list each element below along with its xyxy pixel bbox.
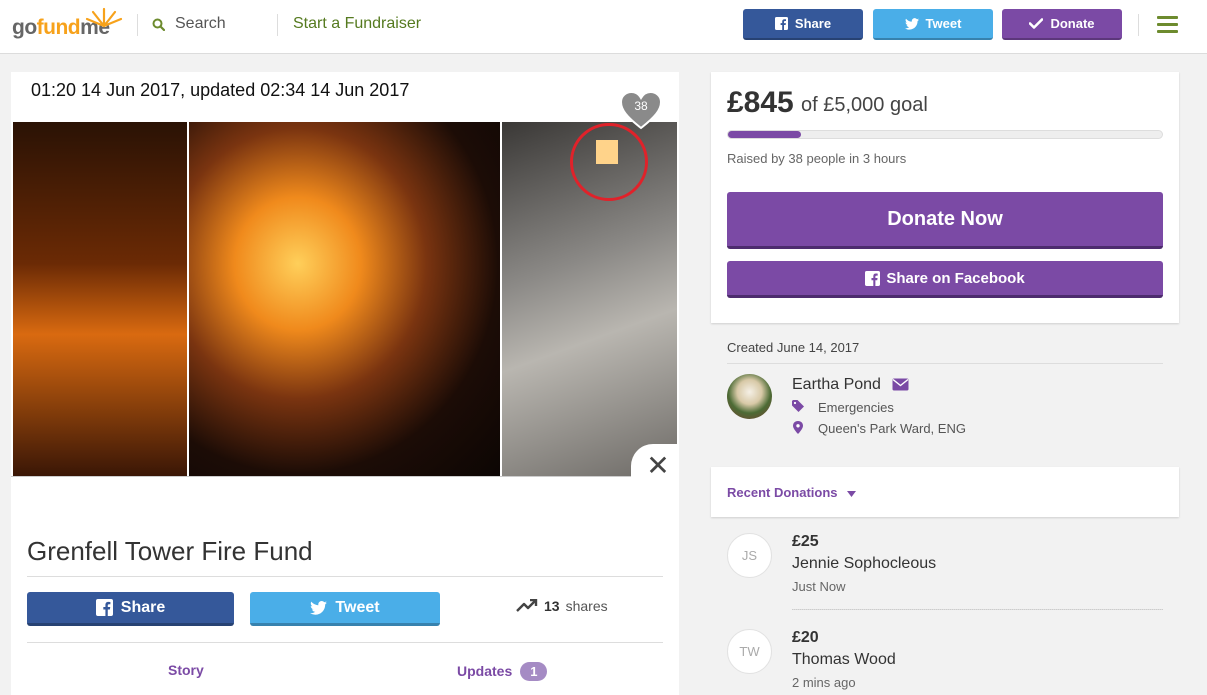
photo-panel-left xyxy=(13,122,187,476)
divider xyxy=(727,363,1163,364)
recent-donations-header[interactable]: Recent Donations xyxy=(711,467,1179,517)
heart-counter[interactable]: 38 xyxy=(619,90,663,130)
campaign-media[interactable]: 01:20 14 Jun 2017, updated 02:34 14 Jun … xyxy=(11,72,679,518)
raised-by-text: Raised by 38 people in 3 hours xyxy=(727,151,907,166)
donor-name: Jennie Sophocleous xyxy=(792,555,937,572)
hamburger-menu-icon[interactable] xyxy=(1157,16,1178,37)
checkmark-icon xyxy=(1029,18,1044,29)
tab-story[interactable]: Story xyxy=(168,662,204,678)
campaign-title-card: Grenfell Tower Fire Fund Share Tweet 13 … xyxy=(11,518,679,695)
share-count: 13 shares xyxy=(516,598,608,614)
twitter-icon xyxy=(904,17,919,30)
header-divider xyxy=(277,14,278,36)
envelope-icon[interactable] xyxy=(892,378,909,391)
donation-goal-card: £845 of £5,000 goal Raised by 38 people … xyxy=(711,72,1179,323)
heart-count: 38 xyxy=(634,99,648,113)
campaign-share-label: Share xyxy=(120,598,166,616)
close-icon[interactable]: ✕ xyxy=(631,444,679,488)
donation-amount: £25 xyxy=(792,533,819,550)
header-tweet-button[interactable]: Tweet xyxy=(873,9,993,40)
campaign-meta: Created June 14, 2017 Eartha Pond Emerge… xyxy=(727,340,1163,436)
donate-now-button[interactable]: Donate Now xyxy=(727,192,1163,249)
gofundme-logo[interactable]: gofundme xyxy=(12,7,123,42)
raised-amount: £845 xyxy=(727,86,794,119)
donor-avatar: JS xyxy=(727,533,772,578)
header-tweet-label: Tweet xyxy=(925,16,962,31)
donor-avatar: TW xyxy=(727,629,772,674)
progress-bar xyxy=(727,130,1163,139)
donation-amount: £20 xyxy=(792,629,819,646)
tab-updates[interactable]: Updates 1 xyxy=(457,662,548,681)
divider xyxy=(27,576,663,577)
category-label[interactable]: Emergencies xyxy=(818,400,894,415)
donation-time: 2 mins ago xyxy=(792,675,856,690)
campaign-tweet-label: Tweet xyxy=(335,598,380,616)
red-highlight-circle xyxy=(570,123,648,201)
facebook-icon xyxy=(95,599,113,616)
search-icon xyxy=(152,18,165,31)
header-divider xyxy=(1138,14,1139,36)
photo-toolbar-strip xyxy=(11,476,679,518)
organizer-block: Eartha Pond Emergencies Queen's Park War… xyxy=(727,374,1163,444)
goal-amount: of £5,000 goal xyxy=(801,94,928,116)
twitter-icon xyxy=(310,600,328,615)
map-marker-icon xyxy=(793,421,803,434)
recent-donations-label: Recent Donations xyxy=(727,485,857,500)
trending-up-icon xyxy=(516,599,538,612)
header-divider xyxy=(137,14,138,36)
share-on-facebook-label: Share on Facebook xyxy=(886,269,1025,287)
created-date: Created June 14, 2017 xyxy=(727,340,860,355)
campaign-title: Grenfell Tower Fire Fund xyxy=(27,536,313,566)
facebook-icon xyxy=(865,270,881,286)
header-share-button[interactable]: Share xyxy=(743,9,863,40)
location-label: Queen's Park Ward, ENG xyxy=(818,421,966,436)
location-line: Queen's Park Ward, ENG xyxy=(792,421,966,436)
share-count-label: shares xyxy=(565,598,608,614)
organizer-avatar[interactable] xyxy=(727,374,772,419)
photo-timestamp-caption: 01:20 14 Jun 2017, updated 02:34 14 Jun … xyxy=(31,80,410,100)
recent-donations-text: Recent Donations xyxy=(727,485,838,500)
share-on-facebook-button[interactable]: Share on Facebook xyxy=(727,261,1163,298)
campaign-tweet-button[interactable]: Tweet xyxy=(250,592,440,626)
facebook-icon xyxy=(774,17,788,30)
search-label: Search xyxy=(175,15,226,32)
search-link[interactable]: Search xyxy=(152,15,226,33)
campaign-photo: 01:20 14 Jun 2017, updated 02:34 14 Jun … xyxy=(11,72,679,518)
divider xyxy=(27,642,663,643)
tag-icon xyxy=(792,400,804,412)
progress-fill xyxy=(728,131,802,138)
donor-name: Thomas Wood xyxy=(792,651,896,668)
photo-panel-center xyxy=(189,122,500,476)
header-donate-button[interactable]: Donate xyxy=(1002,9,1122,40)
campaign-share-button[interactable]: Share xyxy=(27,592,234,626)
caret-down-icon xyxy=(847,490,857,497)
updates-count-badge: 1 xyxy=(520,662,548,681)
divider xyxy=(792,609,1163,610)
share-count-number: 13 xyxy=(544,598,560,614)
organizer-name[interactable]: Eartha Pond xyxy=(792,376,881,394)
category-line: Emergencies xyxy=(792,400,894,415)
header-share-label: Share xyxy=(794,16,832,31)
donation-time: Just Now xyxy=(792,579,846,594)
top-navigation-bar: gofundme Search Start a Fundraiser Share xyxy=(0,0,1207,54)
sunburst-icon xyxy=(85,7,123,28)
header-donate-label: Donate xyxy=(1050,16,1095,31)
start-fundraiser-link[interactable]: Start a Fundraiser xyxy=(293,15,421,33)
tab-updates-label: Updates xyxy=(457,663,513,679)
